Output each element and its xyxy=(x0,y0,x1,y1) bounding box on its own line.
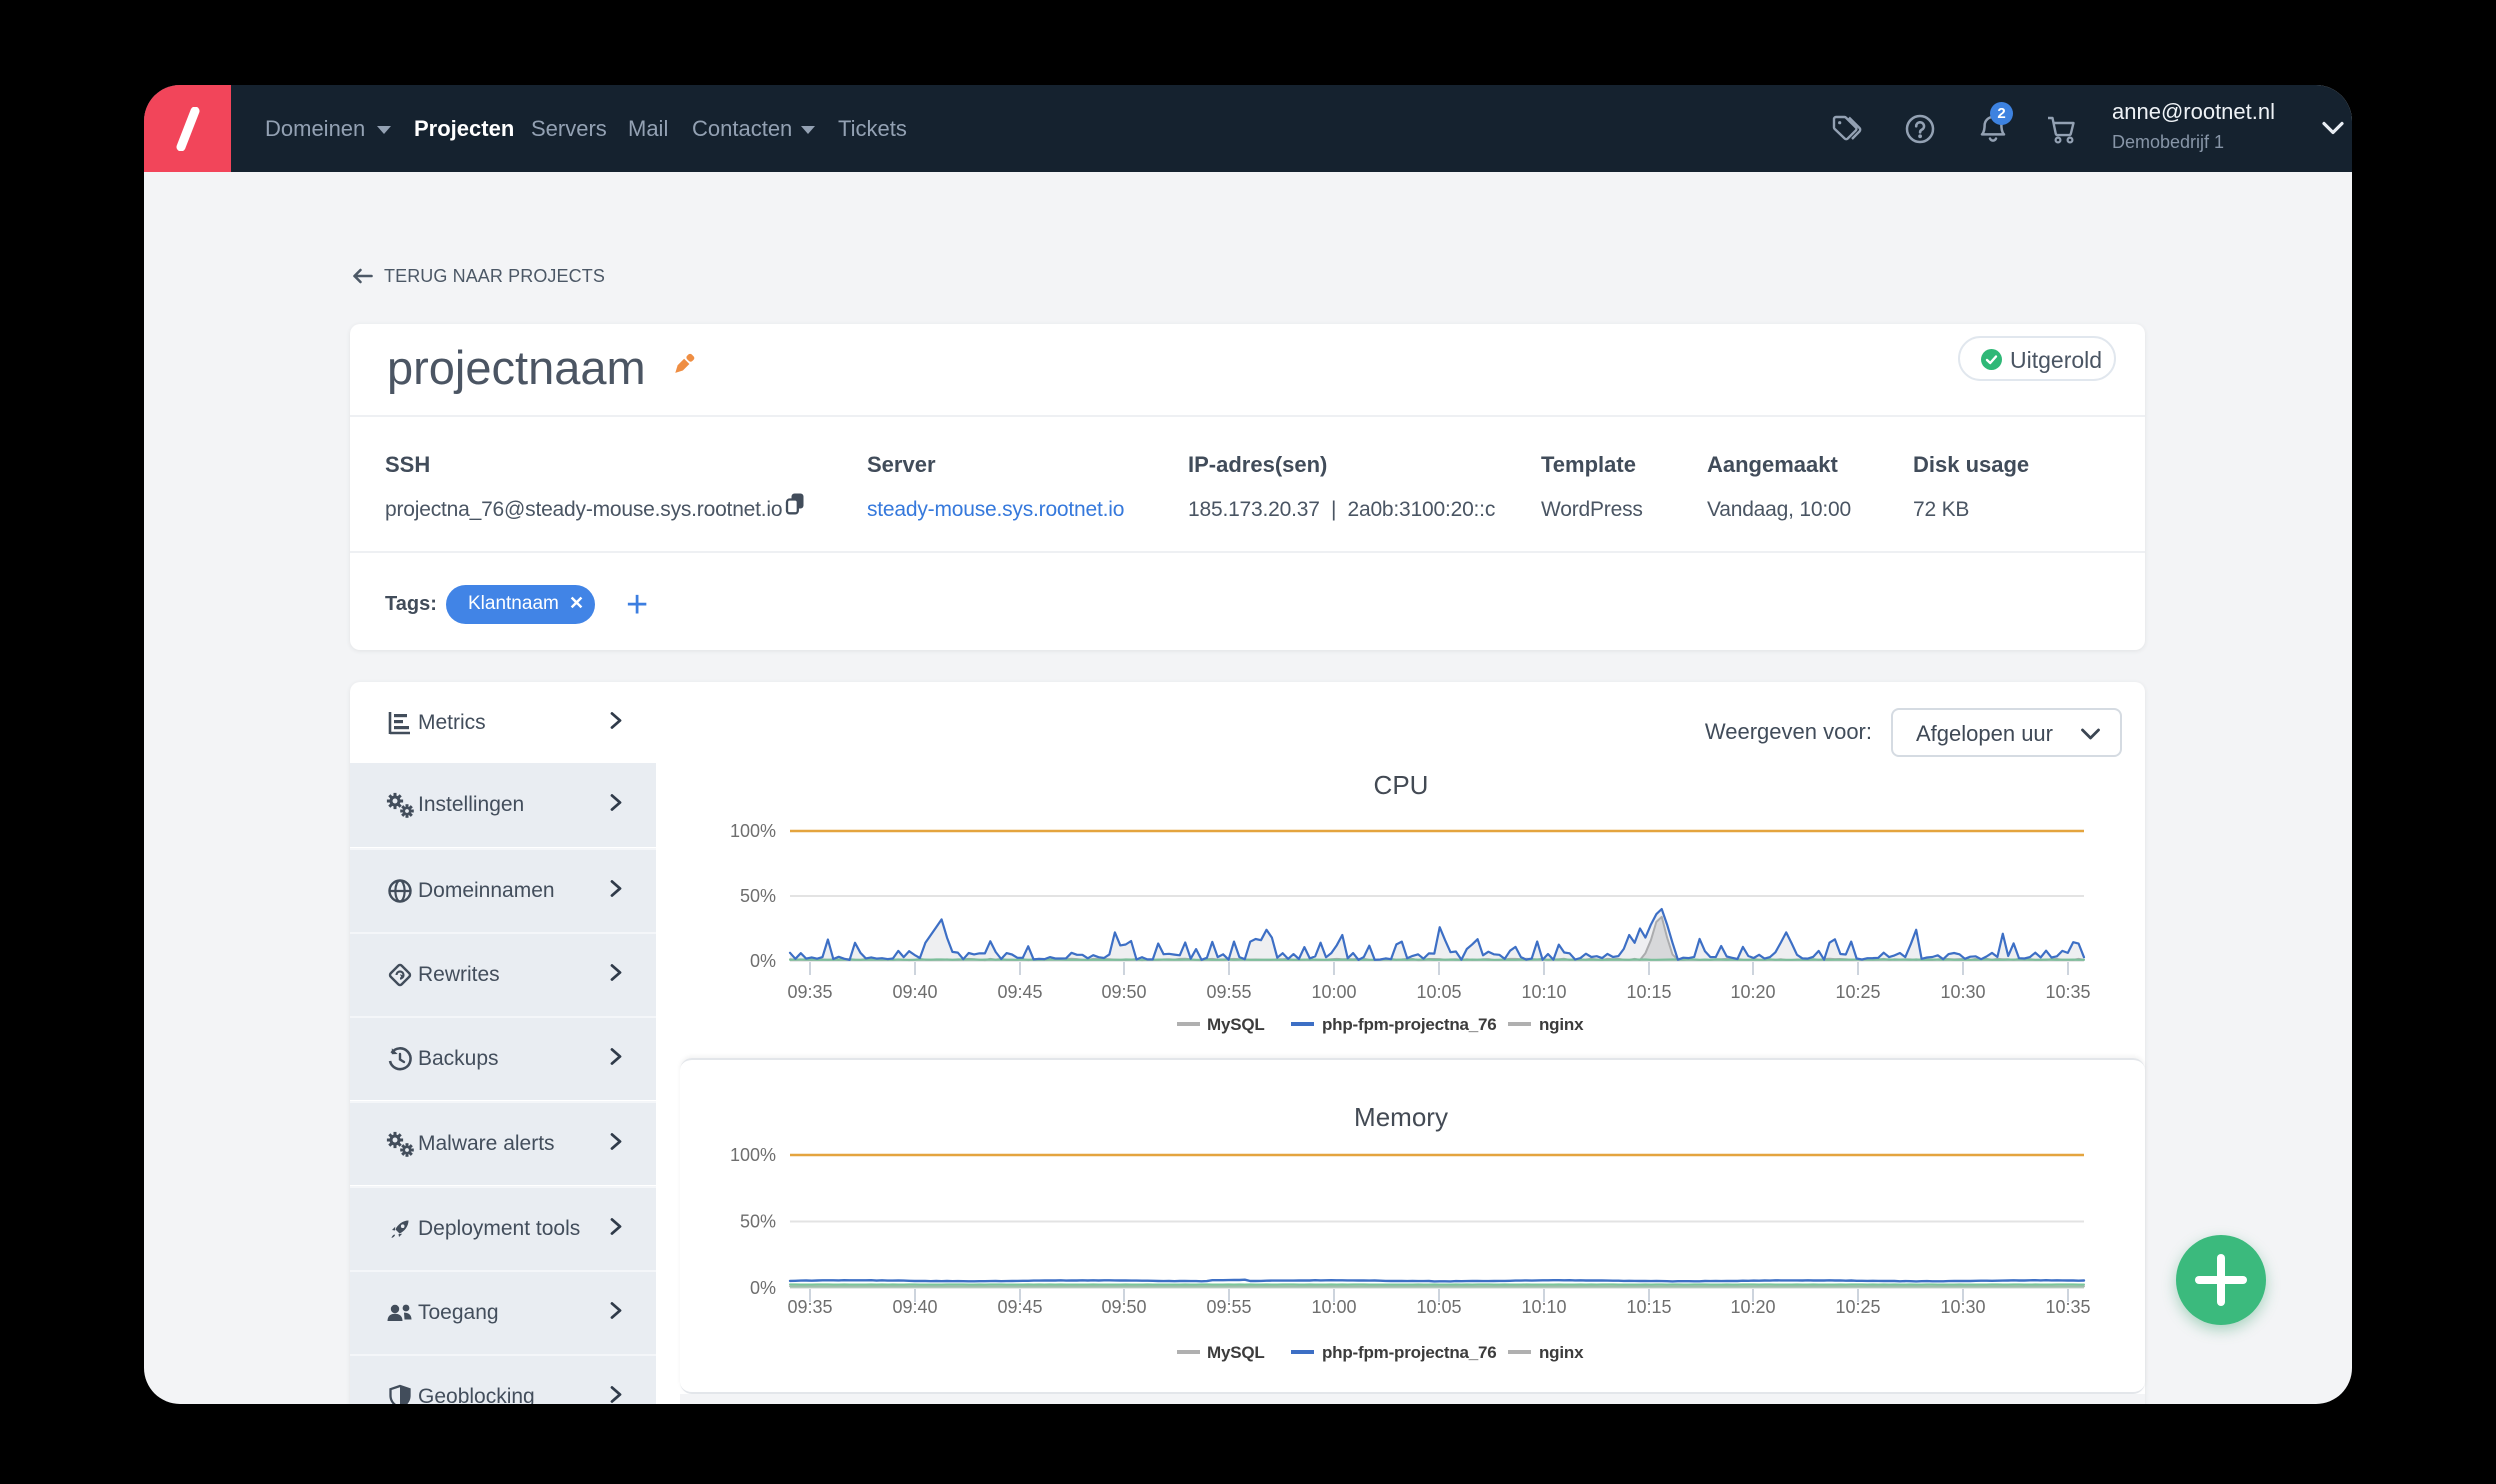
svg-text:10:35: 10:35 xyxy=(2045,982,2090,1002)
svg-text:09:45: 09:45 xyxy=(997,982,1042,1002)
svg-text:10:30: 10:30 xyxy=(1940,982,1985,1002)
svg-text:10:20: 10:20 xyxy=(1730,982,1775,1002)
svg-text:php-fpm-projectna_76: php-fpm-projectna_76 xyxy=(1322,1015,1497,1034)
svg-text:100%: 100% xyxy=(730,821,776,841)
svg-text:09:40: 09:40 xyxy=(892,982,937,1002)
svg-text:CPU: CPU xyxy=(1374,770,1429,800)
svg-text:0%: 0% xyxy=(750,951,776,971)
svg-text:10:10: 10:10 xyxy=(1521,982,1566,1002)
svg-text:MySQL: MySQL xyxy=(1207,1015,1265,1034)
svg-text:nginx: nginx xyxy=(1539,1015,1584,1034)
svg-text:10:05: 10:05 xyxy=(1416,982,1461,1002)
svg-text:10:15: 10:15 xyxy=(1626,982,1671,1002)
svg-text:10:00: 10:00 xyxy=(1311,982,1356,1002)
svg-text:10:25: 10:25 xyxy=(1835,982,1880,1002)
svg-text:09:50: 09:50 xyxy=(1101,982,1146,1002)
svg-text:09:55: 09:55 xyxy=(1206,982,1251,1002)
svg-text:09:35: 09:35 xyxy=(787,982,832,1002)
svg-text:50%: 50% xyxy=(740,886,776,906)
